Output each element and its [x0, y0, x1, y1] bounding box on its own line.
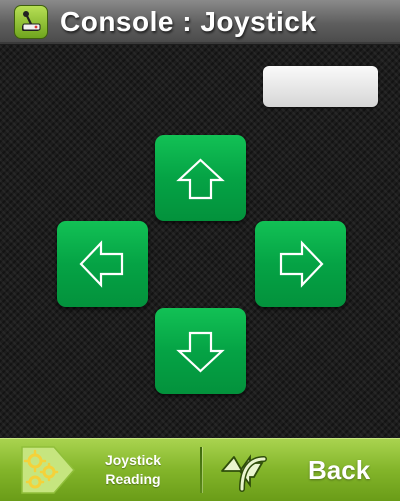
- right-button[interactable]: [255, 221, 346, 307]
- down-button[interactable]: [155, 308, 246, 394]
- left-button[interactable]: [57, 221, 148, 307]
- bottom-bar-divider: [200, 447, 202, 493]
- arrow-down-icon: [176, 331, 225, 373]
- bottom-bar: Joystick Reading Back: [0, 438, 400, 501]
- joystick-reading-button[interactable]: Joystick Reading: [0, 439, 196, 501]
- back-arrow-icon: [221, 454, 267, 492]
- arrow-right-icon: [279, 240, 324, 288]
- arrow-up-icon: [176, 158, 225, 200]
- gears-icon: [21, 446, 75, 494]
- title-bar: Console : Joystick: [0, 0, 400, 44]
- up-button[interactable]: [155, 135, 246, 221]
- back-label: Back: [308, 455, 371, 485]
- joystick-reading-label-line1: Joystick: [104, 452, 162, 468]
- page-title: Console : Joystick: [60, 6, 317, 37]
- joystick-reading-display: [263, 66, 378, 107]
- joystick-icon: [14, 5, 48, 39]
- arrow-left-icon: [79, 240, 124, 288]
- joystick-reading-label-line2: Reading: [105, 471, 161, 487]
- back-button[interactable]: Back: [204, 439, 400, 501]
- joystick-reading-label: Joystick Reading: [100, 451, 166, 489]
